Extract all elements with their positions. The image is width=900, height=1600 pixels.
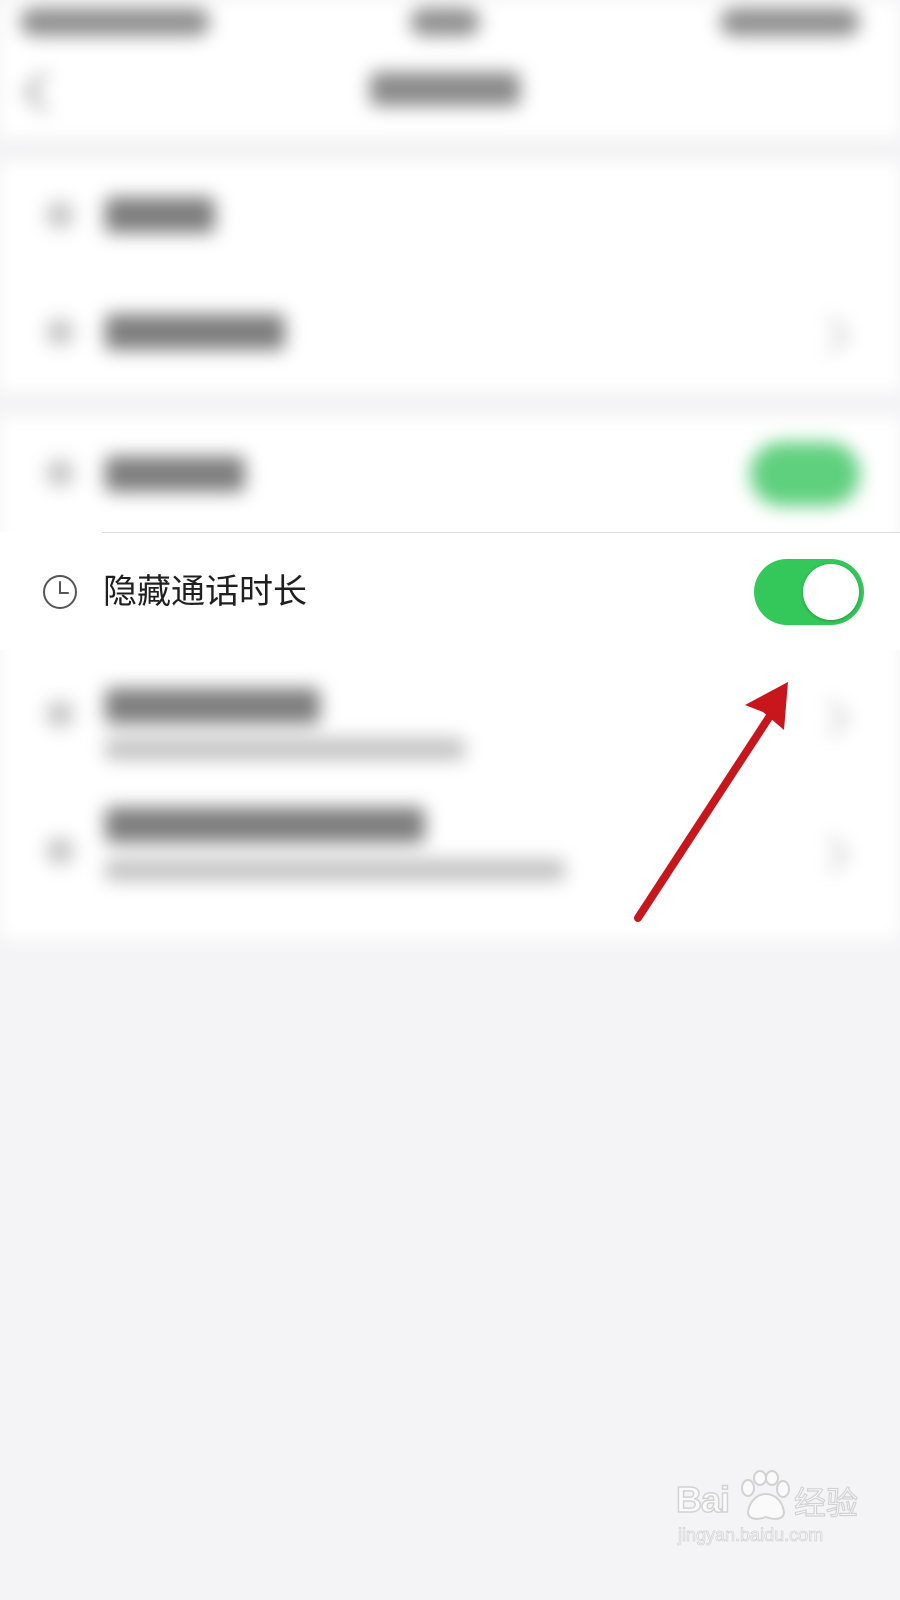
row-sublabel bbox=[105, 738, 465, 760]
clock-icon bbox=[43, 575, 77, 609]
row-icon bbox=[46, 837, 74, 865]
section-gap bbox=[0, 140, 900, 160]
row-label bbox=[105, 688, 320, 724]
chevron-right-icon bbox=[812, 835, 850, 873]
watermark-logo: Bai 经验 jingyan.baidu.com bbox=[675, 1462, 859, 1562]
row-label bbox=[105, 456, 245, 492]
row-icon bbox=[46, 318, 74, 346]
watermark-url: jingyan.baidu.com bbox=[678, 1525, 824, 1546]
row-sublabel bbox=[105, 859, 565, 881]
settings-row-6[interactable] bbox=[0, 777, 900, 907]
row-label bbox=[105, 807, 425, 843]
section-gap bbox=[0, 394, 900, 414]
settings-row-1[interactable] bbox=[0, 160, 900, 270]
row-label: 隐藏通话时长 bbox=[103, 572, 307, 612]
paw-icon bbox=[741, 1470, 790, 1520]
row-label bbox=[105, 314, 285, 350]
status-bar-time bbox=[20, 8, 210, 36]
chevron-right-icon bbox=[812, 316, 850, 354]
row-icon bbox=[46, 459, 74, 487]
watermark-brand: Bai bbox=[675, 1479, 731, 1521]
row-label bbox=[105, 197, 215, 233]
status-bar-center bbox=[410, 8, 480, 36]
status-bar-battery bbox=[720, 8, 860, 36]
chevron-right-icon bbox=[812, 699, 850, 737]
row-toggle[interactable] bbox=[750, 442, 860, 506]
toggle-knob bbox=[803, 564, 859, 620]
row-divider bbox=[102, 532, 900, 533]
watermark-brand-suffix: 经验 bbox=[793, 1483, 859, 1522]
row-icon bbox=[46, 201, 74, 229]
blurred-settings-background bbox=[0, 0, 900, 940]
hide-call-duration-toggle[interactable] bbox=[754, 559, 864, 625]
hide-call-duration-row[interactable]: 隐藏通话时长 bbox=[0, 532, 900, 650]
nav-title bbox=[370, 72, 520, 106]
settings-row-2[interactable] bbox=[0, 272, 900, 392]
settings-row-3[interactable] bbox=[0, 414, 900, 532]
back-arrow-icon[interactable] bbox=[24, 72, 64, 112]
row-icon bbox=[46, 700, 74, 728]
settings-row-5[interactable] bbox=[0, 650, 900, 775]
